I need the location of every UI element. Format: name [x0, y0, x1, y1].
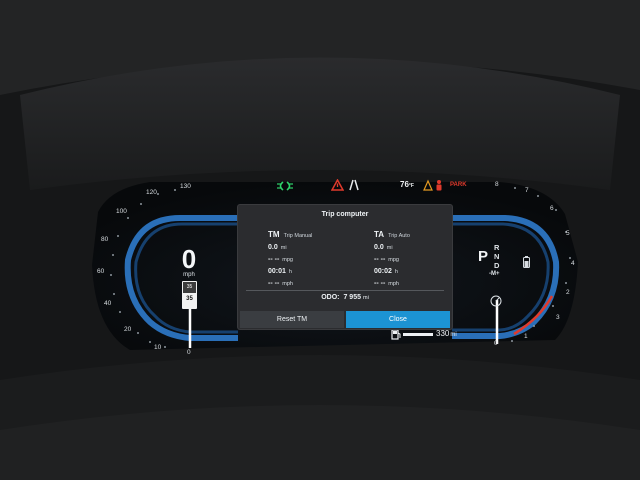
speed-limit-label: 35 [183, 282, 196, 293]
manual-mode: -M+ [489, 271, 500, 277]
trip-auto-column: TA Trip Auto 0.0 mi -- -- mpg 00:02 h -- -- m… [374, 229, 464, 290]
gear-option: R [494, 243, 500, 252]
speed-tick: 0 [187, 349, 191, 356]
divider [246, 290, 444, 291]
trip-time: 00:02 h [374, 268, 398, 275]
trip-distance: 0.0 mi [268, 244, 287, 251]
trip-manual-column: TM Trip Manual 0.0 mi -- -- mpg 00:01 h -- -… [268, 229, 358, 290]
battery-icon [523, 256, 530, 268]
trip-avg-speed: -- -- mph [374, 280, 399, 287]
trip-code: TM [268, 230, 280, 239]
rpm-tick: 4 [571, 260, 575, 267]
trip-fuel-economy: -- -- mpg [374, 256, 399, 263]
speed-tick: 100 [116, 208, 127, 215]
speed-tick: 40 [104, 300, 112, 307]
high-beam-indicator-icon [277, 181, 293, 191]
rpm-tick: 7 [525, 187, 529, 194]
trip-label: Trip Auto [388, 233, 410, 239]
trip-time: 00:01 h [268, 268, 292, 275]
rpm-tick: 1 [524, 333, 528, 340]
rpm-tick: 5 [566, 230, 570, 237]
speed-limit-sign: 35 35 [182, 281, 197, 309]
trip-code: TA [374, 230, 385, 239]
speed-readout: 0 [181, 244, 197, 274]
park-brake-indicator: PARK [450, 182, 467, 188]
speed-limit-value: 35 [186, 296, 193, 302]
speed-tick: 80 [101, 236, 109, 243]
rpm-tick: 8 [495, 181, 499, 188]
speed-tick: 60 [97, 268, 105, 275]
speed-tick: 10 [154, 344, 162, 351]
speed-tick: 130 [180, 183, 191, 190]
eco-mode-icon [490, 295, 502, 307]
lane-assist-icon [349, 179, 359, 191]
reset-tm-button[interactable]: Reset TM [240, 311, 344, 328]
trip-fuel-economy: -- -- mpg [268, 256, 293, 263]
vehicle-dashboard: 0 10 20 30 40 60 80 100 120 130 0 1 2 3 … [0, 0, 640, 480]
trip-avg-speed: -- -- mph [268, 280, 293, 287]
hazard-warning-icon [331, 179, 344, 191]
odometer: ODO: 7 955 mi [321, 294, 369, 301]
fuel-pump-icon [391, 329, 401, 340]
rpm-tick: 3 [556, 314, 560, 321]
trip-computer-dialog: Trip computer TM Trip Manual 0.0 mi -- -- m… [238, 205, 452, 329]
fuel-level-bar [403, 333, 433, 336]
rpm-tick: 6 [550, 205, 554, 212]
speed-unit: mph [183, 272, 195, 278]
rpm-tick: 0 [494, 340, 498, 347]
close-button[interactable]: Close [346, 311, 450, 328]
range-readout: 330mi [436, 329, 457, 338]
speed-tick: 120 [146, 189, 157, 196]
gear-option: N [494, 252, 500, 261]
trip-label: Trip Manual [283, 233, 313, 239]
seatbelt-warning-icon [423, 179, 442, 191]
outside-temperature: 76°F [400, 180, 414, 189]
rpm-tick: 2 [566, 289, 570, 296]
current-gear: P [478, 248, 489, 265]
trip-distance: 0.0 mi [374, 244, 393, 251]
dialog-title: Trip computer [321, 211, 369, 218]
gear-option: D [494, 261, 500, 270]
speed-tick: 20 [124, 326, 132, 333]
